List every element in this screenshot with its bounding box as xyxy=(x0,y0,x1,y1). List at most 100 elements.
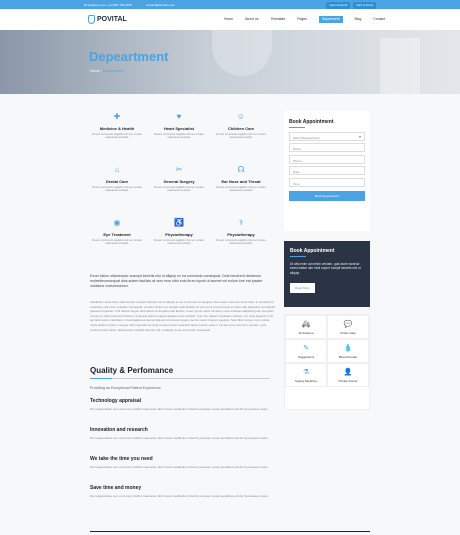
service-desc: Donec commodo sagittis nisl nec ornare m… xyxy=(92,237,142,246)
suggestion-icon: ✎ xyxy=(303,345,309,352)
logo-icon xyxy=(88,15,95,24)
service-card[interactable]: ☊ Ear Nose and Throat Donec commodo sagi… xyxy=(210,165,272,210)
nav-item-about[interactable]: About us xyxy=(245,17,258,23)
quick-link-ambulance[interactable]: 🚑 Ambulance xyxy=(285,315,327,339)
doctor-icon: 👤 xyxy=(343,369,353,376)
service-card[interactable]: ◉ Eye Treatment Donec commodo sagittis n… xyxy=(86,218,148,263)
nav-menu: Home About us Timetable Pages Department… xyxy=(224,15,385,23)
nav-item-timetable[interactable]: Timetable xyxy=(270,17,285,23)
chat-help-icon: 💬 xyxy=(343,321,353,328)
appointment-title: Book Appointment xyxy=(289,119,334,125)
service-title: Children Care xyxy=(227,126,255,131)
quality-item-text: Dui suspendisse sem nonummy facilisi mae… xyxy=(90,494,269,498)
service-title: Physiotherapy xyxy=(227,232,255,237)
logo[interactable]: POVITAL xyxy=(88,15,127,24)
service-card[interactable]: ✂ General Surgery Donec commodo sagittis… xyxy=(148,165,210,210)
emergency-phone: Emergency Line: (+1) 987 765 4670 xyxy=(84,3,132,7)
physiotherapy-icon: ♿ xyxy=(174,218,184,227)
quick-link-suggestions[interactable]: ✎ Suggestions xyxy=(285,339,327,363)
book-appointment-button[interactable]: Book Appointment xyxy=(289,190,365,201)
promo-box: Book Appointment Ut wisi enim ad minim v… xyxy=(284,241,370,307)
hero-equipment-image xyxy=(380,38,420,94)
service-title: Eye Treatment xyxy=(103,232,131,237)
promo-title: Book Appointment xyxy=(290,248,335,254)
quick-link-supply-medicine[interactable]: ⚗ Supply Medicine xyxy=(285,363,327,387)
top-bar: Emergency Line: (+1) 987 765 4670 contac… xyxy=(0,0,460,9)
pill-icon: ✚ xyxy=(113,112,121,121)
service-card[interactable]: ⚕ Physiotherapy Donec commodo sagittis n… xyxy=(210,218,272,263)
service-card[interactable]: ♿ Physiotherapy Donec commodo sagittis n… xyxy=(148,218,210,263)
children-care-icon: ☺ xyxy=(236,112,246,121)
breadcrumb-separator: › xyxy=(100,69,102,73)
hero-lamp-image xyxy=(212,30,272,76)
quick-link-online-help[interactable]: 💬 Online Help xyxy=(327,315,369,339)
phone-field[interactable]: Phone xyxy=(289,154,365,164)
promo-text: Ut wisi enim ad minim veniam, quis laore… xyxy=(290,261,361,275)
section-divider xyxy=(90,377,270,379)
lead-paragraph: Excer tation ullamcorper suscipit lobort… xyxy=(90,274,263,288)
quick-link-label: Supply Medicine xyxy=(294,378,317,383)
logo-text: POVITAL xyxy=(97,16,127,23)
service-card[interactable]: ♥ Heart Specialist Donec commodo sagitti… xyxy=(148,112,210,157)
date-field[interactable]: Date xyxy=(289,166,365,176)
contact-email[interactable]: contact@domain.com xyxy=(146,3,175,7)
quality-item: Technology appraisal Dui suspendisse sem… xyxy=(90,398,276,411)
service-card[interactable]: ☺ Children Care Donec commodo sagittis n… xyxy=(210,112,272,157)
nav-item-blog[interactable]: Blog xyxy=(355,17,362,23)
quality-item-text: Dui suspendisse sem nonummy facilisi mae… xyxy=(90,407,269,411)
time-field[interactable]: Time xyxy=(289,177,365,187)
quick-link-label: Blood Donate xyxy=(338,354,358,359)
quality-item: Innovation and research Dui suspendisse … xyxy=(90,427,276,440)
ear-icon: ☊ xyxy=(237,165,245,174)
footer-divider xyxy=(90,531,370,532)
title-underline xyxy=(290,256,306,257)
quick-link-label: Private Doctor xyxy=(338,378,358,383)
services-grid: ✚ Medicine & Health Donec commodo sagitt… xyxy=(86,112,276,263)
medicine-icon: ⚗ xyxy=(302,369,310,376)
body-paragraph: Vestibulum ante lobor ullamcorper suscip… xyxy=(90,300,275,332)
department-select[interactable]: Select Depeartment xyxy=(289,131,365,141)
quality-item: We take the time you need Dui suspendiss… xyxy=(90,456,276,469)
nav-item-home[interactable]: Home xyxy=(224,17,233,23)
service-title: General Surgery xyxy=(163,179,195,184)
service-title: Physiotherapy xyxy=(165,232,193,237)
breadcrumb-current: Depeartment xyxy=(102,69,124,73)
blood-drop-icon: 💧 xyxy=(343,345,353,352)
service-desc: Donec commodo sagittis nisl nec ornare m… xyxy=(154,237,204,246)
service-title: Dental Care xyxy=(105,179,129,184)
service-desc: Donec commodo sagittis nisl nec ornare m… xyxy=(216,237,266,246)
surgery-icon: ✂ xyxy=(175,165,183,174)
name-field[interactable]: Name xyxy=(289,143,365,153)
service-title: Ear Nose and Throat xyxy=(221,179,261,184)
quick-links: 🚑 Ambulance 💬 Online Help ✎ Suggestions … xyxy=(284,314,370,410)
appointment-form: Book Appointment Select Depeartment Name… xyxy=(284,111,370,231)
ambulance-icon: 🚑 xyxy=(301,321,311,328)
page-hero: Depeartment Home › Depeartment xyxy=(0,30,460,94)
user-account-button[interactable]: User Account xyxy=(326,1,351,9)
service-card[interactable]: ✚ Medicine & Health Donec commodo sagitt… xyxy=(86,112,148,157)
read-more-button[interactable]: Read More xyxy=(290,282,315,293)
service-desc: Donec commodo sagittis nisl nec ornare m… xyxy=(154,131,204,140)
nav-item-contact[interactable]: Contact xyxy=(373,17,385,23)
quick-link-label: Ambulance xyxy=(298,330,314,335)
service-desc: Donec commodo sagittis nisl nec ornare m… xyxy=(216,184,266,193)
service-desc: Donec commodo sagittis nisl nec ornare m… xyxy=(92,184,142,193)
quality-item-text: Dui suspendisse sem nonummy facilisi mae… xyxy=(90,465,269,469)
service-title: Medicine & Health xyxy=(99,126,135,131)
service-desc: Donec commodo sagittis nisl nec ornare m… xyxy=(154,184,204,193)
quality-title: Quality & Perfomance xyxy=(90,366,174,375)
cart-button[interactable]: Cart & Items xyxy=(353,1,376,9)
nav-item-department[interactable]: Department xyxy=(318,15,343,23)
quick-link-label: Suggestions xyxy=(297,354,315,359)
quick-link-blood-donate[interactable]: 💧 Blood Donate xyxy=(327,339,369,363)
service-card[interactable]: ⌂ Dental Care Donec commodo sagittis nis… xyxy=(86,165,148,210)
service-desc: Donec commodo sagittis nisl nec ornare m… xyxy=(216,131,266,140)
title-underline xyxy=(289,127,305,128)
quality-subtitle: Providing an Exceptional Patient Experie… xyxy=(90,386,161,390)
quality-item-title: Innovation and research xyxy=(90,427,148,433)
nav-item-pages[interactable]: Pages xyxy=(297,17,307,23)
quick-link-private-doctor[interactable]: 👤 Private Doctor xyxy=(327,363,369,387)
main-nav: POVITAL Home About us Timetable Pages De… xyxy=(0,9,460,30)
breadcrumb-home[interactable]: Home xyxy=(90,69,100,73)
quality-item-text: Dui suspendisse sem nonummy facilisi mae… xyxy=(90,436,269,440)
